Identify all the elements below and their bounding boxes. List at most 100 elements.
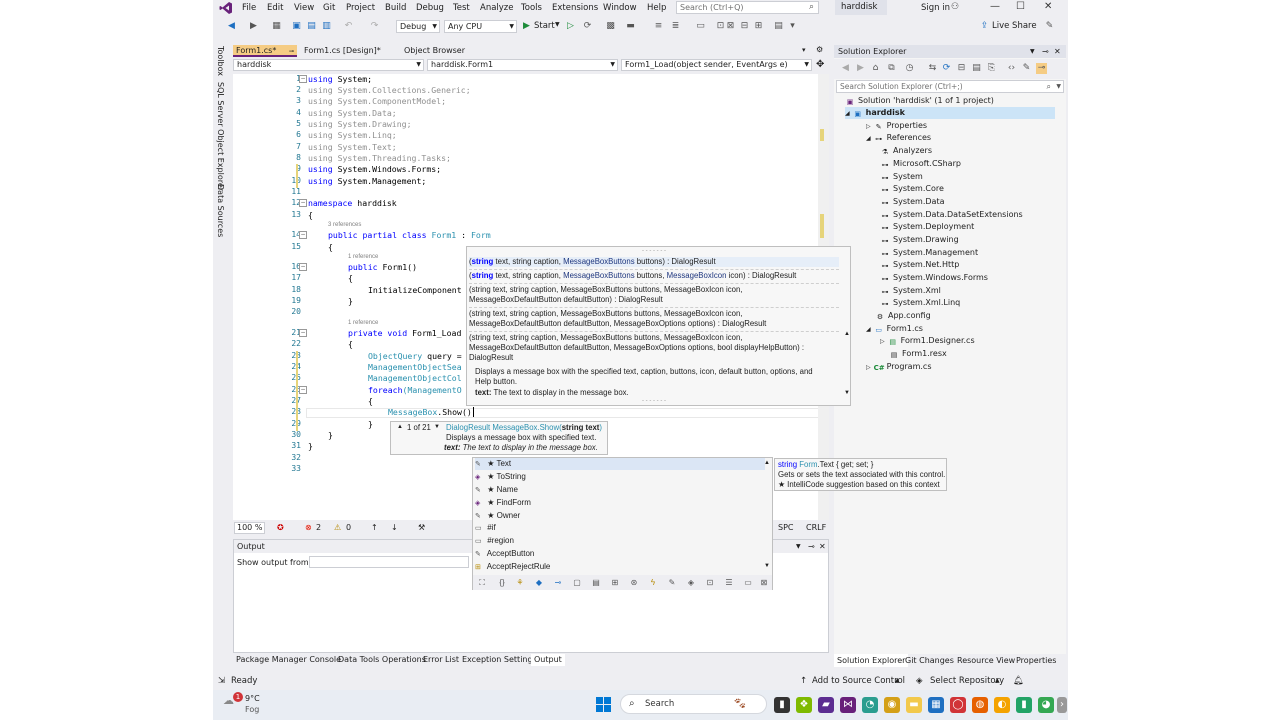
refresh-icon[interactable]: ⟳: [941, 63, 952, 74]
tree-item-form1-designer[interactable]: ▷ ▤ Form1.Designer.cs: [880, 335, 975, 347]
tab-git-changes[interactable]: Git Changes: [902, 654, 957, 667]
tab-object-browser[interactable]: Object Browser: [401, 45, 471, 57]
tab-resource-view[interactable]: Resource View: [954, 654, 1018, 667]
toolbar-misc-icon[interactable]: ⊠: [725, 21, 736, 32]
toolbar-overflow-icon[interactable]: ▾: [787, 21, 798, 32]
live-share-button[interactable]: Live Share: [992, 21, 1037, 31]
filter-class-icon[interactable]: ◆: [534, 578, 544, 587]
visual-studio-taskbar-icon[interactable]: ⋈: [840, 697, 856, 713]
next-issue-icon[interactable]: ↓: [391, 522, 398, 534]
overload-item[interactable]: (string text, string caption, MessageBox…: [469, 257, 839, 267]
type-nav-select[interactable]: harddisk.Form1 ▼: [427, 59, 618, 71]
properties-wrench-icon[interactable]: ✎: [1021, 63, 1032, 74]
tree-item-reference[interactable]: ⊶ System.Xml: [880, 285, 941, 297]
pin-icon[interactable]: ⊸: [808, 540, 815, 553]
close-window-button[interactable]: ✕: [1044, 1, 1052, 12]
toolbar-misc-icon[interactable]: ▬: [625, 21, 636, 32]
toolbar-misc-icon[interactable]: ≡: [653, 21, 664, 32]
add-to-source-control[interactable]: Add to Source Control: [812, 672, 905, 690]
navigate-back-icon[interactable]: ◀: [226, 21, 237, 32]
filter-snippet-icon[interactable]: ⚘: [515, 578, 525, 587]
member-nav-select[interactable]: Form1_Load(object sender, EventArgs e) ▼: [621, 59, 812, 71]
navigate-forward-icon[interactable]: ▶: [248, 21, 259, 32]
tab-properties[interactable]: Properties: [1013, 654, 1059, 667]
toolbar-misc-icon[interactable]: ⊟: [739, 21, 750, 32]
pending-changes-icon[interactable]: ◷: [904, 63, 915, 74]
back-icon[interactable]: ◀: [840, 63, 851, 74]
overload-item[interactable]: (string text, string caption, MessageBox…: [469, 271, 839, 281]
live-share-icon[interactable]: ⇪: [979, 21, 990, 32]
toolbox-tab[interactable]: Toolbox: [216, 46, 225, 76]
tree-item-form1-cs[interactable]: ◢ ▭ Form1.cs: [866, 323, 923, 335]
filter-method-icon[interactable]: ◈: [686, 578, 696, 587]
settings-gear-icon[interactable]: ⚙: [816, 45, 823, 54]
tree-item-references[interactable]: ◢ ⊶ References: [866, 132, 931, 144]
completion-item-selected[interactable]: ✎ ★ Text: [475, 458, 765, 470]
taskbar-search-input[interactable]: ⌕ Search 🐾︎: [620, 694, 767, 714]
tab-error-list[interactable]: Error List: [420, 654, 462, 666]
warning-count[interactable]: 0: [346, 522, 351, 534]
chrome-alt-icon[interactable]: ◕: [1038, 697, 1054, 713]
scroll-up-icon[interactable]: ▲: [844, 331, 850, 337]
filter-event-icon[interactable]: ϟ: [648, 578, 658, 587]
task-view-icon[interactable]: ▮: [774, 697, 790, 713]
view-code-icon[interactable]: ⎘: [986, 63, 997, 74]
data-sources-tab[interactable]: Data Sources: [216, 184, 225, 237]
filter-property-icon[interactable]: ✎: [667, 578, 677, 587]
codelens-references[interactable]: 3 references: [328, 222, 361, 228]
tree-item-reference[interactable]: ⊶ System.Xml.Linq: [880, 297, 961, 309]
toolbar-misc-icon[interactable]: ≣: [670, 21, 681, 32]
undo-icon[interactable]: ↶: [343, 21, 354, 32]
home-icon[interactable]: ⌂: [870, 63, 881, 74]
tab-output[interactable]: Output: [531, 654, 565, 666]
expand-arrow-icon[interactable]: ◢: [845, 110, 850, 117]
filter-local-icon[interactable]: ▭: [743, 578, 753, 587]
fold-toggle-icon[interactable]: −: [299, 199, 307, 207]
account-icon[interactable]: ⚇: [951, 2, 959, 12]
previous-overload-icon[interactable]: ▲: [397, 424, 403, 430]
overload-item[interactable]: (string text, string caption, MessageBox…: [469, 309, 839, 329]
fold-toggle-icon[interactable]: −: [299, 329, 307, 337]
forward-icon[interactable]: ▶: [855, 63, 866, 74]
menu-view[interactable]: View: [294, 3, 314, 13]
output-source-select[interactable]: [309, 556, 469, 568]
pin-icon[interactable]: ⊸: [289, 48, 294, 55]
tree-item-reference[interactable]: ⊶ System.Data.DataSetExtensions: [880, 209, 1023, 221]
menu-help[interactable]: Help: [647, 3, 666, 13]
app-icon[interactable]: ▮: [1016, 697, 1032, 713]
filter-expand-icon[interactable]: ⛶: [477, 578, 487, 587]
next-overload-icon[interactable]: ▼: [434, 424, 440, 430]
hot-reload-icon[interactable]: ⟳: [582, 21, 593, 32]
tree-item-reference[interactable]: ⊶ System.Drawing: [880, 234, 959, 246]
maximize-button[interactable]: ☐: [1016, 1, 1025, 12]
overload-item-selected[interactable]: (string text, string caption, MessageBox…: [469, 333, 839, 363]
tree-item-reference[interactable]: ⊶ System.Deployment: [880, 221, 975, 233]
completion-item[interactable]: ✎ AcceptButton: [475, 548, 765, 560]
fold-toggle-icon[interactable]: −: [299, 386, 307, 394]
file-explorer-icon[interactable]: ▬: [906, 697, 922, 713]
completion-item[interactable]: ✎ ★ Owner: [475, 510, 765, 522]
save-icon[interactable]: ▤: [306, 21, 317, 32]
menu-edit[interactable]: Edit: [267, 3, 283, 13]
tab-list-dropdown-icon[interactable]: ▾: [802, 46, 806, 54]
filter-interface-icon[interactable]: ⊸: [553, 578, 563, 587]
tree-item-solution[interactable]: ▣ Solution 'harddisk' (1 of 1 project): [845, 95, 994, 107]
tree-item-reference[interactable]: ⊶ System: [880, 171, 923, 183]
tree-item-app-config[interactable]: ⚙ App.config: [866, 310, 931, 322]
menu-test[interactable]: Test: [453, 3, 470, 13]
filter-namespace-icon[interactable]: {}: [497, 578, 507, 587]
firefox-icon[interactable]: ◍: [972, 697, 988, 713]
toolbar-misc-icon[interactable]: ▤: [773, 21, 784, 32]
filter-extension-icon[interactable]: ⊡: [705, 578, 715, 587]
chevron-down-icon[interactable]: ▼: [1030, 45, 1035, 58]
menu-extensions[interactable]: Extensions: [552, 3, 598, 13]
overload-item[interactable]: (string text, string caption, MessageBox…: [469, 285, 839, 305]
completion-item[interactable]: ◈ ★ FindForm: [475, 497, 765, 509]
store-icon[interactable]: ▦: [928, 697, 944, 713]
toolbar-misc-icon[interactable]: ▩: [605, 21, 616, 32]
menu-window[interactable]: Window: [603, 3, 637, 13]
platform-select[interactable]: Any CPU ▼: [444, 20, 517, 33]
search-input[interactable]: Search (Ctrl+Q): [676, 1, 819, 14]
tree-item-project[interactable]: ◢ ▣ harddisk: [845, 107, 1055, 119]
collapse-arrow-icon[interactable]: ▷: [866, 364, 871, 371]
